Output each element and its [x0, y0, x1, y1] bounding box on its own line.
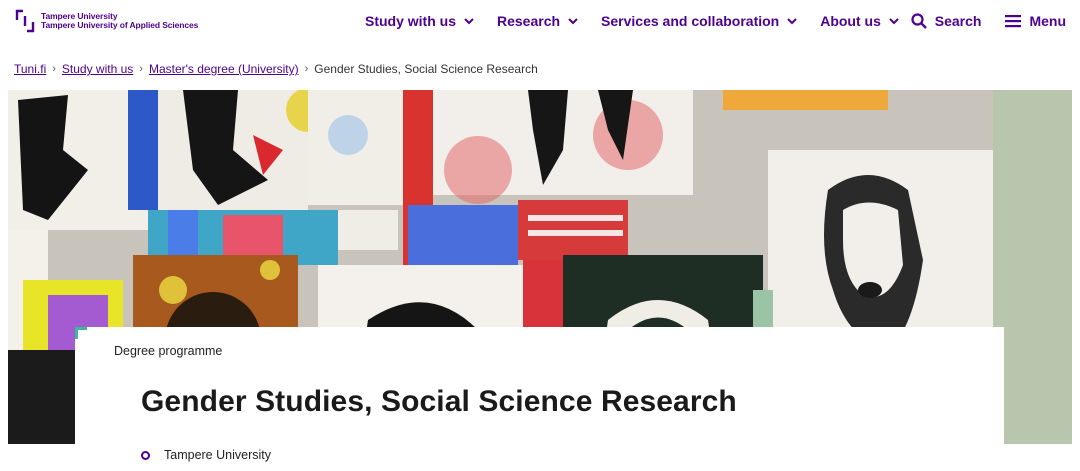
hamburger-icon: [1005, 15, 1022, 28]
breadcrumb-link-study-with-us[interactable]: Study with us: [62, 62, 133, 76]
nav-label: Study with us: [365, 13, 456, 29]
nav-research[interactable]: Research: [497, 13, 578, 29]
breadcrumb-separator: ›: [52, 63, 56, 75]
menu-label: Menu: [1029, 13, 1066, 29]
breadcrumb-link-masters-degree[interactable]: Master's degree (University): [149, 62, 299, 76]
nav-label: Services and collaboration: [601, 13, 780, 29]
search-label: Search: [934, 13, 982, 29]
breadcrumb-current: Gender Studies, Social Science Research: [314, 62, 538, 76]
breadcrumb-separator: ›: [304, 63, 309, 75]
page-title: Gender Studies, Social Science Research: [141, 385, 737, 418]
tampere-logo-icon: [15, 9, 35, 33]
chevron-down-icon: [787, 18, 797, 25]
chevron-down-icon: [568, 18, 578, 25]
search-icon: [911, 13, 927, 29]
nav-label: About us: [820, 13, 881, 29]
menu-button[interactable]: Menu: [1005, 13, 1066, 29]
nav-label: Research: [497, 13, 561, 29]
chevron-down-icon: [464, 18, 474, 25]
nav-services-and-collaboration[interactable]: Services and collaboration: [601, 13, 797, 29]
organization-bullet-icon: [141, 450, 150, 460]
logo-line-2: Tampere University of Applied Sciences: [41, 20, 199, 30]
logo-text: Tampere University Tampere University of…: [41, 12, 198, 30]
organization-label: Tampere University: [164, 448, 271, 462]
header-tools: Search Menu: [887, 0, 1066, 42]
organization-meta: Tampere University: [141, 448, 271, 462]
breadcrumb-separator: ›: [139, 63, 143, 75]
breadcrumb: Tuni.fi › Study with us › Master's degre…: [14, 62, 538, 76]
main-nav: Study with us Research Services and coll…: [365, 0, 922, 42]
nav-study-with-us[interactable]: Study with us: [365, 13, 474, 29]
site-header: Tampere University Tampere University of…: [0, 0, 1080, 46]
programme-type-label: Degree programme: [114, 344, 223, 358]
breadcrumb-link-tuni[interactable]: Tuni.fi: [14, 62, 46, 76]
logo[interactable]: Tampere University Tampere University of…: [14, 8, 198, 34]
card-accent-corner: [75, 327, 87, 339]
search-button[interactable]: Search: [911, 13, 982, 29]
